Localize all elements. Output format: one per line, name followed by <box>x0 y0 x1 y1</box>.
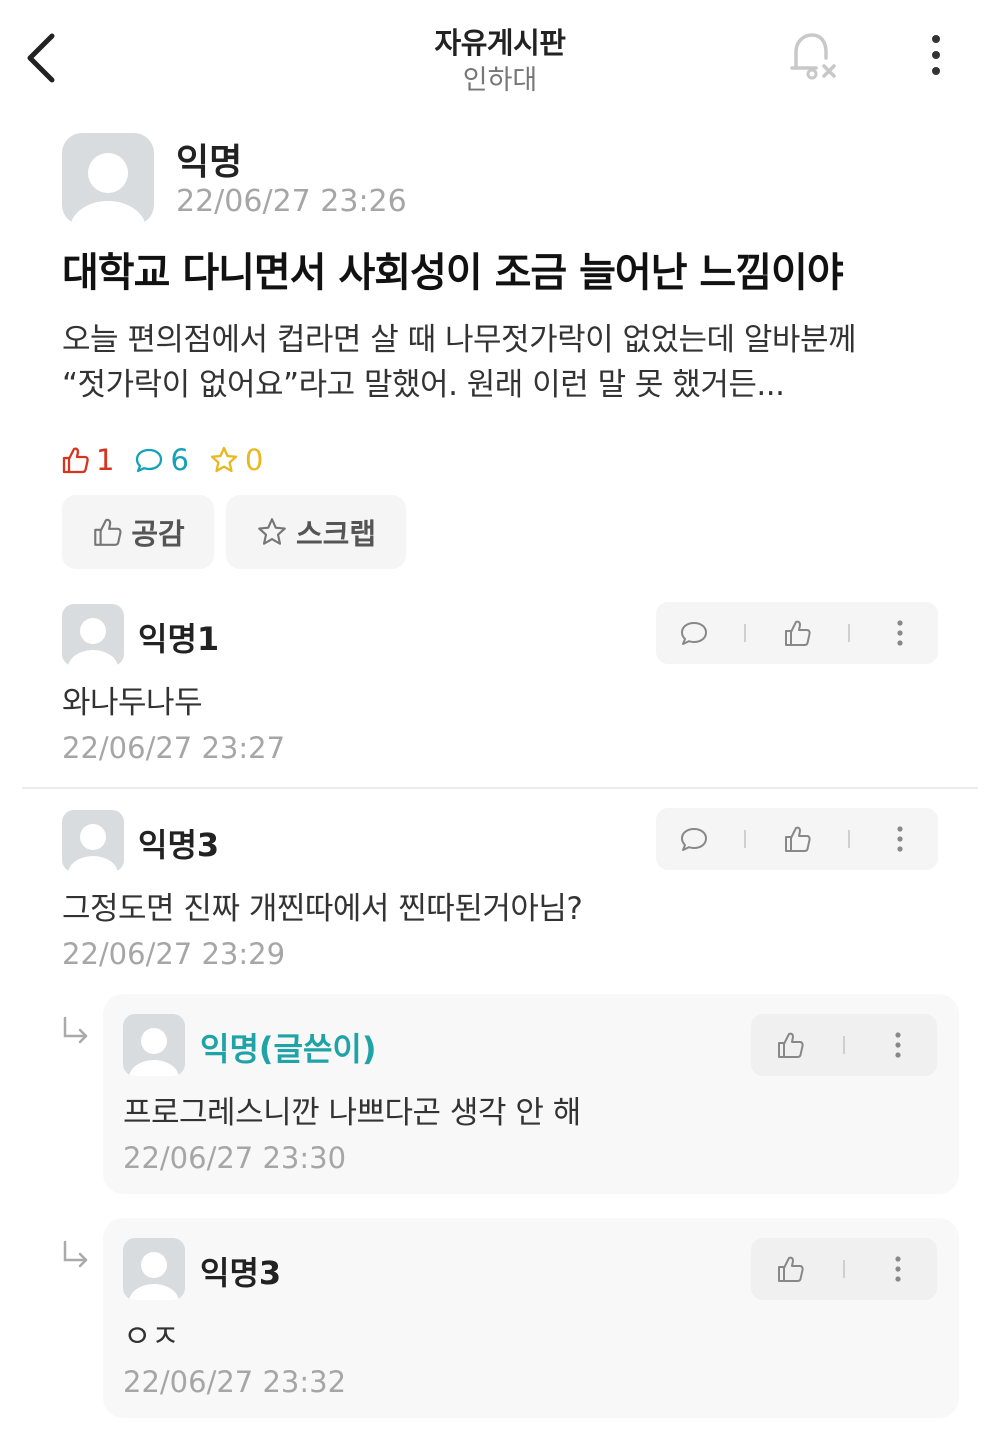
reply-text: ㅇㅈ <box>123 1319 180 1355</box>
post-body-line: “젓가락이 없어요”라고 말했어. 원래 이런 말 못 했거든... <box>62 367 785 403</box>
thumbs-up-icon <box>62 447 89 474</box>
comment-avatar <box>62 810 124 872</box>
comment-more-button[interactable] <box>875 608 925 658</box>
post-author: 익명 <box>176 142 243 183</box>
more-vertical-icon <box>895 1032 901 1058</box>
reply-container: 익명(글쓴이) 프로그레스니깐 나쁘다곤 생각 안 해 22/06/27 23:… <box>103 994 959 1194</box>
more-vertical-icon <box>932 35 940 75</box>
reply-like-button[interactable] <box>765 1020 815 1070</box>
reply-author: 익명3 <box>200 1254 282 1292</box>
default-profile-icon <box>68 824 118 872</box>
scrap-button-label: 스크랩 <box>295 517 377 551</box>
reply-actions <box>751 1238 937 1300</box>
scrap-count: 0 <box>209 443 263 477</box>
scrap-button[interactable]: 스크랩 <box>226 495 406 569</box>
more-vertical-icon <box>895 1256 901 1282</box>
post-stats: 1 6 0 <box>60 440 283 480</box>
post-title: 대학교 다니면서 사회성이 조금 늘어난 느낌이야 <box>62 250 844 296</box>
comment-author: 익명1 <box>138 620 220 658</box>
thumbs-up-icon <box>778 1256 804 1282</box>
default-profile-icon <box>129 1252 179 1300</box>
separator <box>843 1260 845 1278</box>
reply-avatar <box>123 1238 185 1300</box>
speech-bubble-icon <box>680 622 707 645</box>
reply-button[interactable] <box>669 608 719 658</box>
separator <box>744 624 747 642</box>
reply-more-button[interactable] <box>873 1244 923 1294</box>
reply-timestamp: 22/06/27 23:32 <box>123 1365 347 1399</box>
notification-off-button[interactable] <box>782 26 842 86</box>
board-title: 자유게시판 <box>434 26 566 60</box>
post-timestamp: 22/06/27 23:26 <box>176 184 407 219</box>
star-icon <box>210 446 238 473</box>
post-body-line: 오늘 편의점에서 컵라면 살 때 나무젓가락이 없었는데 알바분께 <box>62 322 857 358</box>
like-button[interactable]: 공감 <box>62 495 214 569</box>
reply-arrow-icon <box>63 1016 88 1044</box>
comment-avatar <box>62 604 124 666</box>
reply-actions <box>751 1014 937 1076</box>
comment-author: 익명3 <box>138 826 220 864</box>
reply-like-button[interactable] <box>765 1244 815 1294</box>
top-bar: 자유게시판 인하대 <box>0 0 1000 100</box>
thumbs-up-icon <box>778 1032 804 1058</box>
school-name: 인하대 <box>462 65 538 96</box>
separator <box>847 624 850 642</box>
comment-like-button[interactable] <box>772 814 822 864</box>
comment-count: 6 <box>134 443 189 477</box>
reply-text: 프로그레스니깐 나쁘다곤 생각 안 해 <box>123 1095 581 1131</box>
speech-bubble-icon <box>680 828 707 851</box>
comment-text: 와나두나두 <box>62 685 203 721</box>
post-body: 오늘 편의점에서 컵라면 살 때 나무젓가락이 없었는데 알바분께 “젓가락이 … <box>62 318 962 408</box>
reply-arrow-icon <box>63 1240 88 1268</box>
reply-avatar <box>123 1014 185 1076</box>
thumbs-up-icon <box>94 518 122 546</box>
comment-text: 그정도면 진짜 개찐따에서 찐따된거아님? <box>62 891 583 927</box>
reply-author-op: 익명(글쓴이) <box>200 1030 377 1068</box>
reply-button[interactable] <box>669 814 719 864</box>
default-profile-icon <box>70 153 146 225</box>
separator <box>843 1036 845 1054</box>
speech-bubble-icon <box>136 448 163 473</box>
comment-actions <box>656 808 938 870</box>
bell-off-icon <box>790 33 836 80</box>
thumbs-up-icon <box>784 620 811 646</box>
comment-divider <box>22 787 978 789</box>
comment-timestamp: 22/06/27 23:27 <box>62 731 286 765</box>
more-vertical-icon <box>897 620 903 646</box>
more-vertical-icon <box>897 826 903 852</box>
reply-more-button[interactable] <box>873 1020 923 1070</box>
more-options-button[interactable] <box>918 30 954 80</box>
post-avatar <box>62 133 154 225</box>
reply-container: 익명3 ㅇㅈ 22/06/27 23:32 <box>103 1218 959 1418</box>
star-icon <box>258 518 286 545</box>
like-button-label: 공감 <box>131 517 185 551</box>
thumbs-up-icon <box>784 826 811 852</box>
comment-timestamp: 22/06/27 23:29 <box>62 937 286 971</box>
default-profile-icon <box>68 618 118 666</box>
comment-like-button[interactable] <box>772 608 822 658</box>
comment-actions <box>656 602 938 664</box>
separator <box>847 830 850 848</box>
default-profile-icon <box>129 1028 179 1076</box>
comment-more-button[interactable] <box>875 814 925 864</box>
separator <box>744 830 747 848</box>
like-count: 1 <box>60 443 114 477</box>
reply-timestamp: 22/06/27 23:30 <box>123 1141 347 1175</box>
